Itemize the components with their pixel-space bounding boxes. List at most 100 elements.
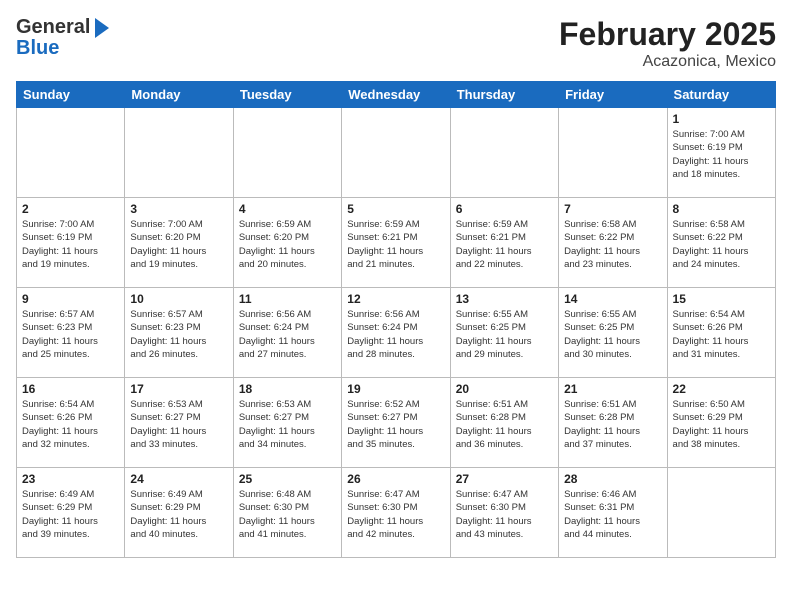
calendar-cell: 6 Sunrise: 6:59 AM Sunset: 6:21 PM Daylig…: [450, 198, 558, 288]
day-number: 6: [456, 202, 553, 216]
calendar-cell: 24 Sunrise: 6:49 AM Sunset: 6:29 PM Dayli…: [125, 468, 233, 558]
calendar-cell: 14Sunrise: 6:55 AM Sunset: 6:25 PM Dayli…: [559, 288, 667, 378]
calendar-cell: 21Sunrise: 6:51 AM Sunset: 6:28 PM Dayli…: [559, 378, 667, 468]
weekday-header-sunday: Sunday: [17, 82, 125, 108]
calendar-cell: 15 Sunrise: 6:54 AM Sunset: 6:26 PM Dayli…: [667, 288, 775, 378]
calendar-cell: 19 Sunrise: 6:52 AM Sunset: 6:27 PM Dayli…: [342, 378, 450, 468]
day-number: 24: [130, 472, 227, 486]
weekday-header-row: SundayMondayTuesdayWednesdayThursdayFrid…: [17, 82, 776, 108]
day-info: Sunrise: 6:51 AM Sunset: 6:28 PM Dayligh…: [456, 398, 553, 451]
day-info: Sunrise: 6:54 AM Sunset: 6:26 PM Dayligh…: [673, 308, 770, 361]
calendar-cell: 9 Sunrise: 6:57 AM Sunset: 6:23 PM Daylig…: [17, 288, 125, 378]
day-number: 7: [564, 202, 661, 216]
weekday-header-thursday: Thursday: [450, 82, 558, 108]
day-info: Sunrise: 6:59 AM Sunset: 6:20 PM Dayligh…: [239, 218, 336, 271]
day-number: 16: [22, 382, 119, 396]
day-info: Sunrise: 6:55 AM Sunset: 6:25 PM Dayligh…: [456, 308, 553, 361]
day-info: Sunrise: 6:49 AM Sunset: 6:29 PM Dayligh…: [22, 488, 119, 541]
calendar-cell: 1 Sunrise: 7:00 AM Sunset: 6:19 PM Daylig…: [667, 108, 775, 198]
calendar-cell: 22 Sunrise: 6:50 AM Sunset: 6:29 PM Dayli…: [667, 378, 775, 468]
day-info: Sunrise: 6:50 AM Sunset: 6:29 PM Dayligh…: [673, 398, 770, 451]
day-number: 27: [456, 472, 553, 486]
calendar-week-3: 9 Sunrise: 6:57 AM Sunset: 6:23 PM Daylig…: [17, 288, 776, 378]
day-number: 13: [456, 292, 553, 306]
calendar-cell: 18 Sunrise: 6:53 AM Sunset: 6:27 PM Dayli…: [233, 378, 341, 468]
day-info: Sunrise: 6:49 AM Sunset: 6:29 PM Dayligh…: [130, 488, 227, 541]
day-info: Sunrise: 6:46 AM Sunset: 6:31 PM Dayligh…: [564, 488, 661, 541]
weekday-header-tuesday: Tuesday: [233, 82, 341, 108]
day-number: 26: [347, 472, 444, 486]
calendar-cell: 7 Sunrise: 6:58 AM Sunset: 6:22 PM Daylig…: [559, 198, 667, 288]
day-info: Sunrise: 6:48 AM Sunset: 6:30 PM Dayligh…: [239, 488, 336, 541]
day-info: Sunrise: 6:54 AM Sunset: 6:26 PM Dayligh…: [22, 398, 119, 451]
weekday-header-wednesday: Wednesday: [342, 82, 450, 108]
calendar-table: SundayMondayTuesdayWednesdayThursdayFrid…: [16, 81, 776, 558]
calendar-cell: [667, 468, 775, 558]
day-info: Sunrise: 6:53 AM Sunset: 6:27 PM Dayligh…: [239, 398, 336, 451]
calendar-cell: 5 Sunrise: 6:59 AM Sunset: 6:21 PM Daylig…: [342, 198, 450, 288]
calendar-cell: 3 Sunrise: 7:00 AM Sunset: 6:20 PM Daylig…: [125, 198, 233, 288]
day-info: Sunrise: 7:00 AM Sunset: 6:19 PM Dayligh…: [22, 218, 119, 271]
location-subtitle: Acazonica, Mexico: [559, 53, 776, 71]
day-number: 1: [673, 112, 770, 126]
weekday-header-friday: Friday: [559, 82, 667, 108]
day-number: 10: [130, 292, 227, 306]
calendar-cell: [233, 108, 341, 198]
calendar-cell: [17, 108, 125, 198]
calendar-cell: 2 Sunrise: 7:00 AM Sunset: 6:19 PM Daylig…: [17, 198, 125, 288]
calendar-cell: 27Sunrise: 6:47 AM Sunset: 6:30 PM Dayli…: [450, 468, 558, 558]
day-info: Sunrise: 6:59 AM Sunset: 6:21 PM Dayligh…: [456, 218, 553, 271]
logo: General Blue: [16, 16, 109, 60]
day-info: Sunrise: 6:58 AM Sunset: 6:22 PM Dayligh…: [564, 218, 661, 271]
calendar-cell: 4 Sunrise: 6:59 AM Sunset: 6:20 PM Daylig…: [233, 198, 341, 288]
day-number: 9: [22, 292, 119, 306]
day-info: Sunrise: 6:57 AM Sunset: 6:23 PM Dayligh…: [22, 308, 119, 361]
month-title: February 2025: [559, 16, 776, 53]
calendar-cell: 16 Sunrise: 6:54 AM Sunset: 6:26 PM Dayli…: [17, 378, 125, 468]
calendar-cell: 13 Sunrise: 6:55 AM Sunset: 6:25 PM Dayli…: [450, 288, 558, 378]
day-number: 20: [456, 382, 553, 396]
day-number: 12: [347, 292, 444, 306]
calendar-week-5: 23 Sunrise: 6:49 AM Sunset: 6:29 PM Dayli…: [17, 468, 776, 558]
day-number: 19: [347, 382, 444, 396]
calendar-week-4: 16 Sunrise: 6:54 AM Sunset: 6:26 PM Dayli…: [17, 378, 776, 468]
day-info: Sunrise: 7:00 AM Sunset: 6:19 PM Dayligh…: [673, 128, 770, 181]
calendar-week-1: 1 Sunrise: 7:00 AM Sunset: 6:19 PM Daylig…: [17, 108, 776, 198]
calendar-cell: 25Sunrise: 6:48 AM Sunset: 6:30 PM Dayli…: [233, 468, 341, 558]
page-header: General Blue February 2025 Acazonica, Me…: [16, 16, 776, 71]
day-number: 17: [130, 382, 227, 396]
calendar-cell: 17 Sunrise: 6:53 AM Sunset: 6:27 PM Dayli…: [125, 378, 233, 468]
calendar-week-2: 2 Sunrise: 7:00 AM Sunset: 6:19 PM Daylig…: [17, 198, 776, 288]
day-number: 21: [564, 382, 661, 396]
day-number: 23: [22, 472, 119, 486]
calendar-cell: 10 Sunrise: 6:57 AM Sunset: 6:23 PM Dayli…: [125, 288, 233, 378]
day-number: 4: [239, 202, 336, 216]
calendar-cell: [450, 108, 558, 198]
day-number: 3: [130, 202, 227, 216]
day-info: Sunrise: 6:52 AM Sunset: 6:27 PM Dayligh…: [347, 398, 444, 451]
logo-general-text: General: [16, 16, 90, 39]
calendar-cell: [342, 108, 450, 198]
calendar-cell: 12Sunrise: 6:56 AM Sunset: 6:24 PM Dayli…: [342, 288, 450, 378]
day-number: 15: [673, 292, 770, 306]
calendar-cell: 26 Sunrise: 6:47 AM Sunset: 6:30 PM Dayli…: [342, 468, 450, 558]
day-number: 2: [22, 202, 119, 216]
day-info: Sunrise: 6:59 AM Sunset: 6:21 PM Dayligh…: [347, 218, 444, 271]
title-block: February 2025 Acazonica, Mexico: [559, 16, 776, 71]
day-info: Sunrise: 6:56 AM Sunset: 6:24 PM Dayligh…: [239, 308, 336, 361]
weekday-header-saturday: Saturday: [667, 82, 775, 108]
calendar-cell: 20 Sunrise: 6:51 AM Sunset: 6:28 PM Dayli…: [450, 378, 558, 468]
weekday-header-monday: Monday: [125, 82, 233, 108]
day-info: Sunrise: 6:47 AM Sunset: 6:30 PM Dayligh…: [347, 488, 444, 541]
calendar-cell: [559, 108, 667, 198]
day-number: 22: [673, 382, 770, 396]
calendar-cell: 23 Sunrise: 6:49 AM Sunset: 6:29 PM Dayli…: [17, 468, 125, 558]
day-info: Sunrise: 6:53 AM Sunset: 6:27 PM Dayligh…: [130, 398, 227, 451]
day-info: Sunrise: 6:57 AM Sunset: 6:23 PM Dayligh…: [130, 308, 227, 361]
calendar-cell: 11Sunrise: 6:56 AM Sunset: 6:24 PM Dayli…: [233, 288, 341, 378]
day-info: Sunrise: 7:00 AM Sunset: 6:20 PM Dayligh…: [130, 218, 227, 271]
day-number: 5: [347, 202, 444, 216]
logo-blue-text: Blue: [16, 37, 109, 60]
day-number: 18: [239, 382, 336, 396]
calendar-cell: 8Sunrise: 6:58 AM Sunset: 6:22 PM Daylig…: [667, 198, 775, 288]
